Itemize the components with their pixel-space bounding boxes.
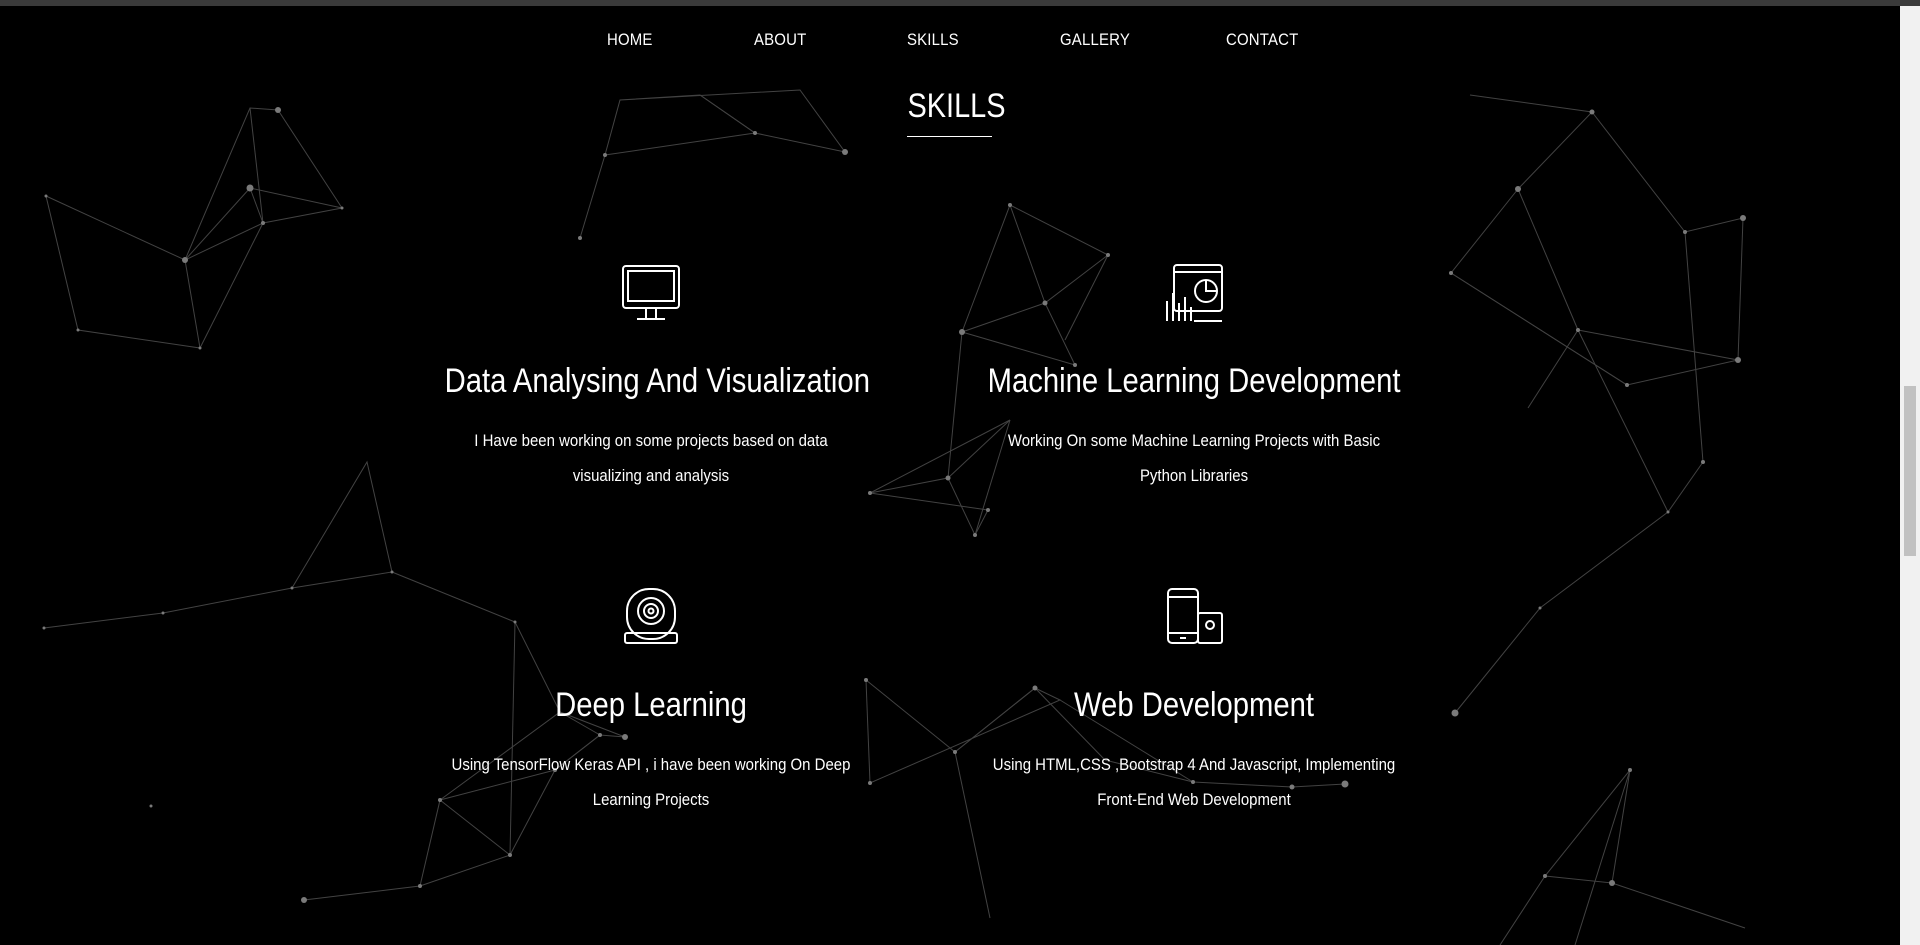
nav-contact-link[interactable]: CONTACT	[1226, 30, 1298, 50]
particle-network-background	[42, 89, 1746, 945]
page-title: SKILLS	[907, 87, 1006, 125]
skill-description: Working On some Machine Learning Project…	[1007, 431, 1381, 485]
skill-description: I Have been working on some projects bas…	[474, 431, 828, 485]
devices-icon	[1164, 587, 1224, 647]
nav-skills-link[interactable]: SKILLS	[907, 30, 959, 50]
skill-title: Web Development	[1073, 686, 1314, 724]
scrollbar-thumb[interactable]	[1904, 386, 1916, 556]
nav-home-link[interactable]: HOME	[607, 30, 653, 50]
skill-title: Deep Learning	[555, 686, 747, 724]
title-underline	[907, 136, 992, 137]
main-nav: HOME ABOUT SKILLS GALLERY CONTACT	[0, 30, 1900, 66]
skill-description: Using TensorFlow Keras API , i have been…	[451, 755, 851, 809]
nav-about-link[interactable]: ABOUT	[754, 30, 806, 50]
analytics-chart-icon	[1164, 263, 1224, 323]
skill-description: Using HTML,CSS ,Bootstrap 4 And Javascri…	[992, 755, 1396, 809]
webcam-icon	[621, 587, 681, 647]
nav-gallery-link[interactable]: GALLERY	[1060, 30, 1130, 50]
monitor-icon	[621, 263, 681, 323]
skill-title: Data Analysing And Visualization	[444, 362, 870, 400]
skill-title: Machine Learning Development	[987, 362, 1401, 400]
page-scrollbar[interactable]	[1900, 6, 1920, 945]
